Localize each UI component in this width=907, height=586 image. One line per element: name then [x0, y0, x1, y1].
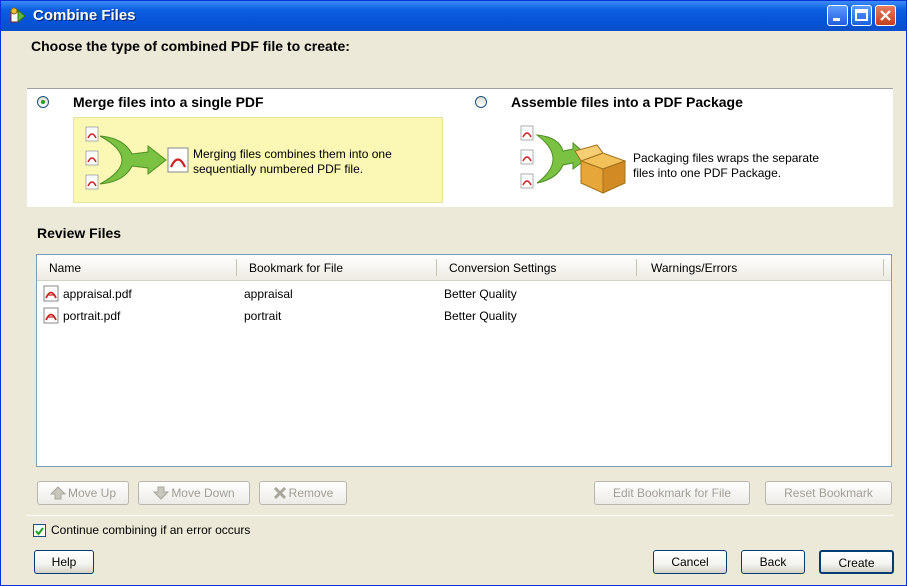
column-header-name[interactable]: Name	[49, 261, 81, 275]
help-button[interactable]: Help	[34, 550, 94, 574]
checkmark-icon	[35, 527, 44, 536]
continue-checkbox[interactable]	[33, 524, 46, 537]
pdf-file-icon	[43, 307, 59, 324]
create-button[interactable]: Create	[819, 550, 894, 574]
remove-label: Remove	[288, 486, 334, 500]
merge-radio[interactable]	[37, 96, 49, 108]
column-separator[interactable]	[883, 259, 884, 276]
column-header-conversion[interactable]: Conversion Settings	[449, 261, 556, 275]
package-option-label[interactable]: Assemble files into a PDF Package	[511, 94, 743, 110]
reset-bookmark-button[interactable]: Reset Bookmark	[765, 481, 892, 505]
file-bookmark: portrait	[244, 309, 282, 323]
column-header-bookmark[interactable]: Bookmark for File	[249, 261, 343, 275]
package-diagram-icon	[519, 123, 629, 198]
merge-option-label[interactable]: Merge files into a single PDF	[73, 94, 264, 110]
cancel-button[interactable]: Cancel	[653, 550, 727, 574]
files-list-header: Name Bookmark for File Conversion Settin…	[37, 255, 891, 281]
arrow-down-icon	[153, 486, 170, 500]
window-title: Combine Files	[33, 7, 136, 24]
move-down-button[interactable]: Move Down	[138, 481, 250, 505]
merge-diagram-icon	[84, 124, 194, 199]
continue-checkbox-label[interactable]: Continue combining if an error occurs	[51, 523, 250, 537]
package-radio[interactable]	[475, 96, 487, 108]
move-down-label: Move Down	[171, 486, 235, 500]
column-separator[interactable]	[236, 259, 237, 276]
combine-files-icon	[9, 7, 27, 25]
review-files-title: Review Files	[37, 225, 122, 241]
back-button[interactable]: Back	[741, 550, 805, 574]
minimize-button[interactable]	[827, 5, 848, 26]
merge-description-line1: Merging files combines them into one	[193, 147, 392, 161]
file-name: appraisal.pdf	[63, 287, 132, 301]
file-bookmark: appraisal	[244, 287, 293, 301]
file-conversion: Better Quality	[444, 309, 517, 323]
column-header-warnings[interactable]: Warnings/Errors	[651, 261, 737, 275]
close-button[interactable]	[875, 5, 896, 26]
pdf-file-icon	[43, 285, 59, 302]
package-description-line2: files into one PDF Package.	[633, 166, 782, 180]
column-separator[interactable]	[636, 259, 637, 276]
arrow-up-icon	[49, 486, 67, 500]
combine-files-dialog: Combine Files Choose the type of combine…	[0, 0, 907, 586]
package-description-line1: Packaging files wraps the separate	[633, 151, 820, 165]
combine-type-heading: Choose the type of combined PDF file to …	[31, 38, 350, 54]
remove-button[interactable]: Remove	[259, 481, 347, 505]
merge-description-box: Merging files combines them into one seq…	[73, 117, 443, 203]
divider	[27, 515, 893, 516]
title-bar[interactable]: Combine Files	[1, 1, 906, 31]
file-conversion: Better Quality	[444, 287, 517, 301]
move-up-button[interactable]: Move Up	[37, 481, 129, 505]
merge-description-line2: sequentially numbered PDF file.	[193, 162, 364, 176]
column-separator[interactable]	[436, 259, 437, 276]
file-name: portrait.pdf	[63, 309, 121, 323]
maximize-button[interactable]	[851, 5, 872, 26]
edit-bookmark-button[interactable]: Edit Bookmark for File	[594, 481, 750, 505]
files-list[interactable]: Name Bookmark for File Conversion Settin…	[36, 254, 892, 467]
table-row[interactable]: appraisal.pdf appraisal Better Quality	[37, 283, 891, 305]
table-row[interactable]: portrait.pdf portrait Better Quality	[37, 305, 891, 327]
x-remove-icon	[273, 486, 286, 500]
move-up-label: Move Up	[67, 486, 117, 500]
radio-selected-dot	[41, 100, 45, 104]
